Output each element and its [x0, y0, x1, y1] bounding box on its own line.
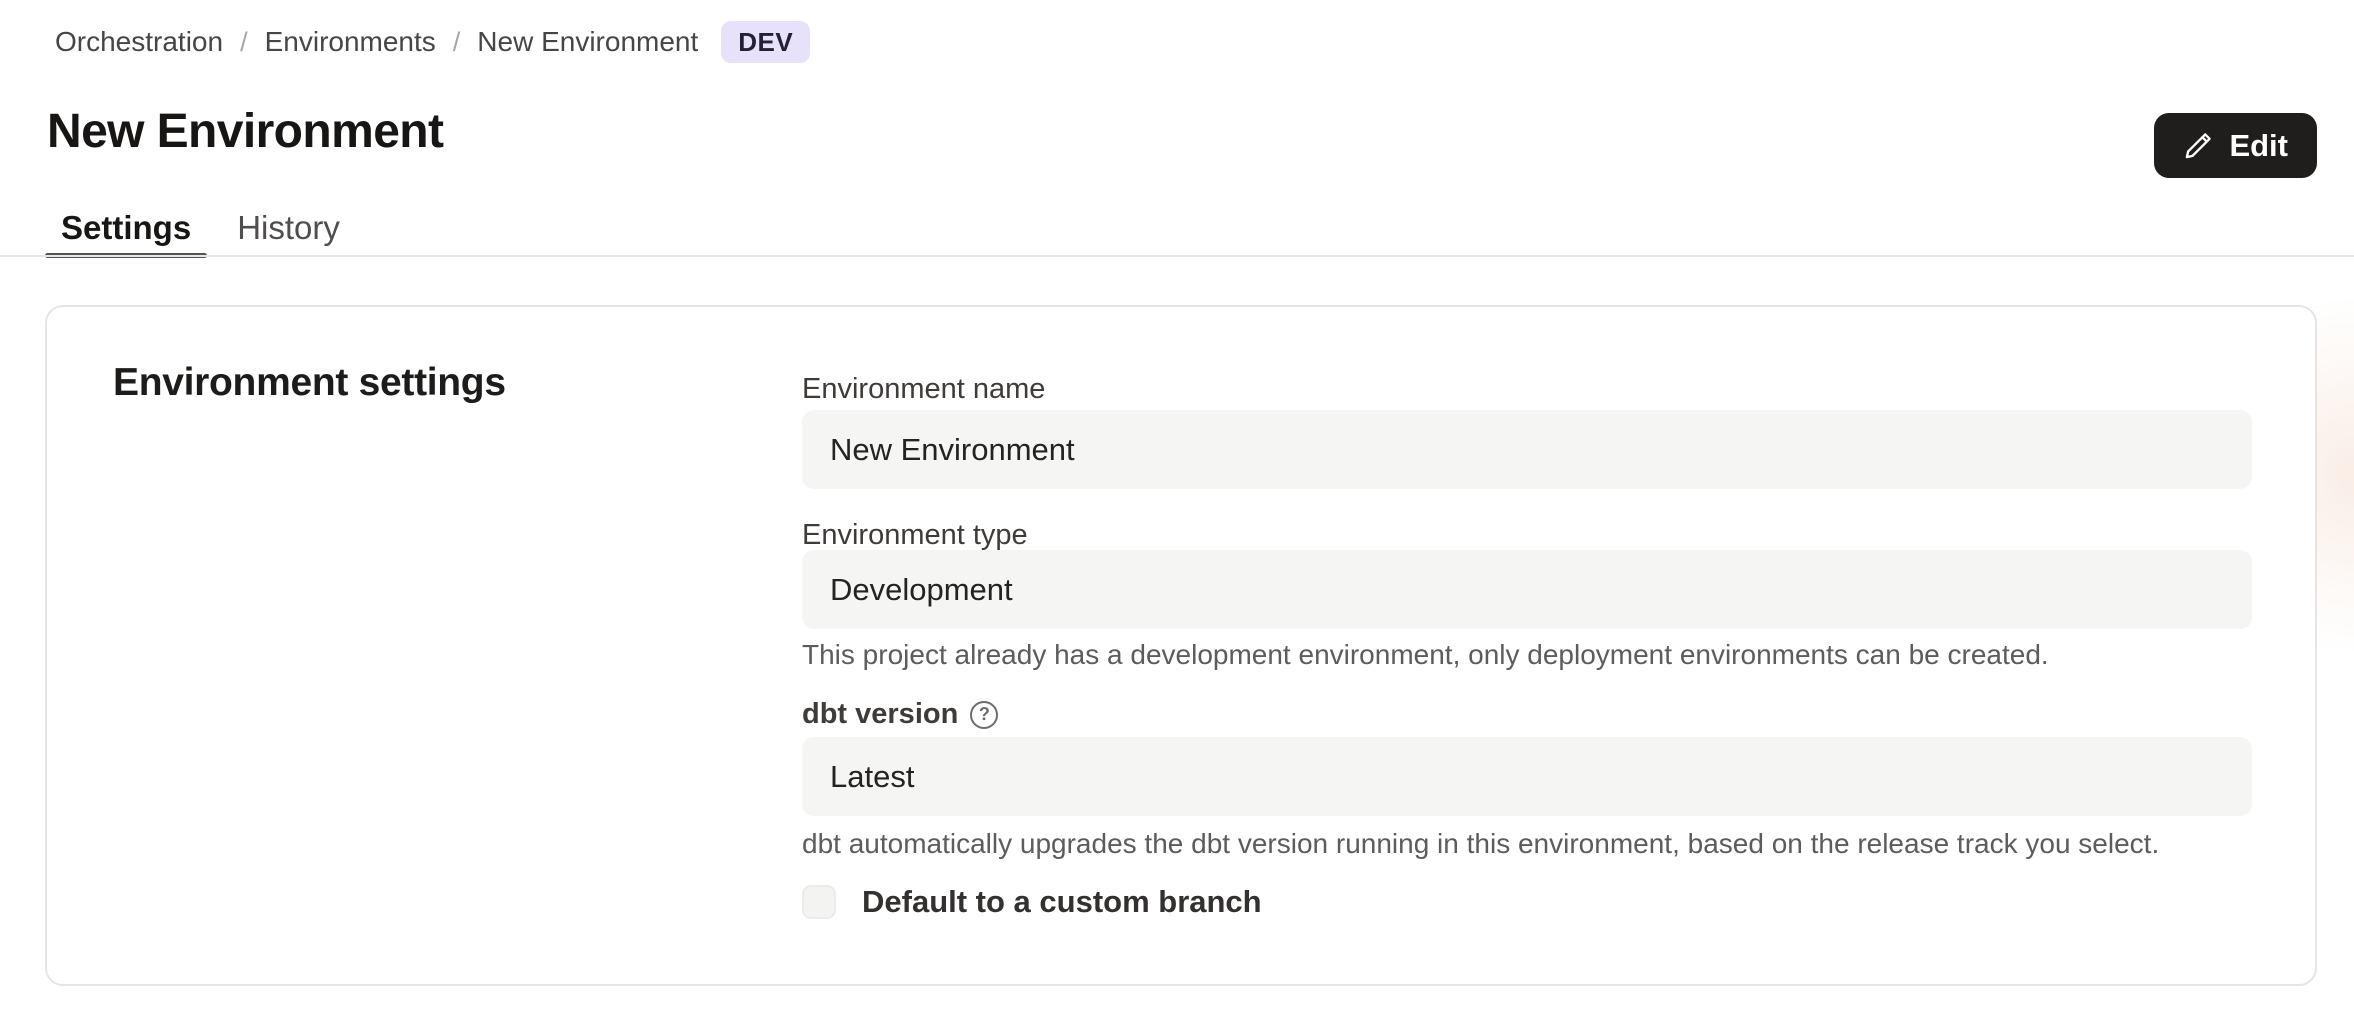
environment-type-input[interactable] [802, 550, 2252, 629]
environment-type-label-text: Environment type [802, 519, 1028, 552]
environment-settings-card: Environment settings Environment name En… [45, 305, 2317, 986]
breadcrumb-separator: / [453, 27, 461, 58]
breadcrumb: Orchestration / Environments / New Envir… [55, 18, 810, 66]
tab-settings-label: Settings [61, 209, 191, 247]
tab-settings[interactable]: Settings [45, 200, 207, 255]
edit-button-label: Edit [2229, 128, 2288, 164]
breadcrumb-item-orchestration[interactable]: Orchestration [55, 26, 223, 58]
environment-name-label: Environment name [802, 373, 1045, 406]
environment-type-label: Environment type [802, 519, 1028, 552]
breadcrumb-item-current: New Environment [477, 26, 698, 58]
breadcrumb-item-environments[interactable]: Environments [265, 26, 436, 58]
help-icon[interactable]: ? [970, 701, 998, 729]
environment-dev-badge: DEV [721, 21, 810, 64]
pencil-icon [2183, 130, 2214, 161]
custom-branch-checkbox-label: Default to a custom branch [862, 884, 1262, 920]
dbt-version-helper-text: dbt automatically upgrades the dbt versi… [802, 826, 2302, 862]
environment-name-input[interactable] [802, 410, 2252, 489]
tab-bar: Settings History [45, 200, 356, 255]
page-title: New Environment [47, 104, 443, 159]
environment-type-helper-text: This project already has a development e… [802, 637, 2302, 673]
custom-branch-checkbox[interactable] [802, 885, 836, 919]
edit-button[interactable]: Edit [2154, 113, 2317, 178]
tab-bar-divider [0, 255, 2354, 257]
dbt-version-label: dbt version ? [802, 698, 998, 731]
tab-history[interactable]: History [221, 200, 356, 255]
tab-history-label: History [237, 209, 340, 247]
dbt-version-input[interactable] [802, 737, 2252, 816]
breadcrumb-separator: / [240, 27, 248, 58]
environment-settings-form: Environment name Environment type This p… [47, 307, 2315, 984]
page: Orchestration / Environments / New Envir… [0, 0, 2354, 1020]
custom-branch-row: Default to a custom branch [802, 884, 1262, 920]
environment-name-label-text: Environment name [802, 373, 1045, 406]
dbt-version-label-text: dbt version [802, 698, 958, 731]
